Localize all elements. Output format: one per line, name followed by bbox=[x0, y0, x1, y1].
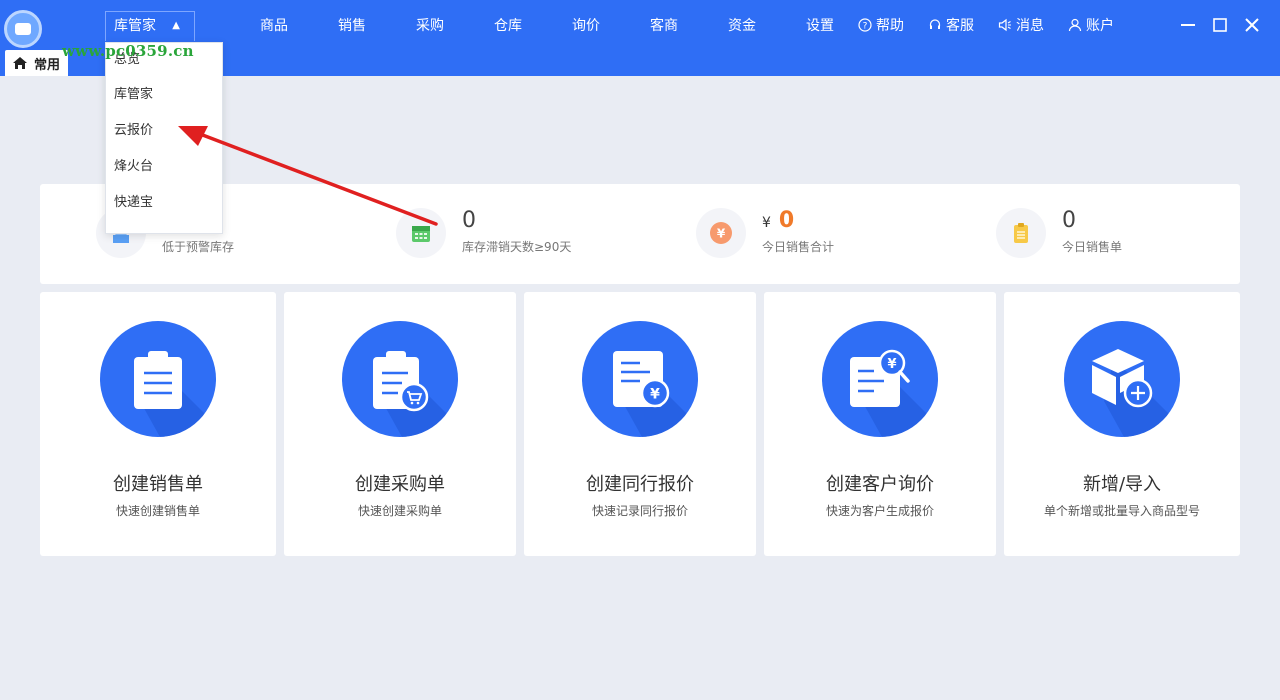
box-add-icon bbox=[1064, 321, 1180, 437]
clipboard-list-icon bbox=[100, 321, 216, 437]
nav-item-goods[interactable]: 商品 bbox=[235, 0, 313, 52]
close-icon bbox=[1245, 18, 1259, 32]
svg-text:¥: ¥ bbox=[650, 387, 660, 403]
card-title: 创建客户询价 bbox=[826, 474, 934, 495]
utility-links: ? 帮助 客服 消息 账户 bbox=[858, 0, 1138, 52]
card-subtitle: 快速创建采购单 bbox=[357, 504, 442, 518]
card-title: 新增/导入 bbox=[1082, 474, 1162, 495]
svg-text:¥: ¥ bbox=[887, 357, 896, 372]
clipboard-icon bbox=[996, 208, 1046, 258]
stat-label: 今日销售单 bbox=[1062, 240, 1123, 254]
nav-item-warehouse[interactable]: 仓库 bbox=[469, 0, 547, 52]
support-link[interactable]: 客服 bbox=[928, 0, 974, 50]
tab-common[interactable]: 常用 bbox=[5, 50, 68, 76]
currency-symbol: ¥ bbox=[762, 215, 771, 231]
nav-item-purchase[interactable]: 采购 bbox=[391, 0, 469, 52]
sales-total-value: 0 bbox=[778, 208, 795, 233]
tab-common-label: 常用 bbox=[34, 57, 61, 73]
card-title: 创建同行报价 bbox=[586, 474, 694, 495]
messages-link[interactable]: 消息 bbox=[998, 0, 1044, 50]
minimize-button[interactable] bbox=[1172, 12, 1204, 38]
dropdown-item-express[interactable]: 快递宝 bbox=[106, 185, 222, 221]
close-button[interactable] bbox=[1236, 12, 1268, 38]
help-link[interactable]: ? 帮助 bbox=[858, 0, 904, 50]
user-icon bbox=[1068, 18, 1082, 32]
stat-label: 低于预警库存 bbox=[162, 240, 235, 254]
card-subtitle: 快速为客户生成报价 bbox=[825, 504, 934, 518]
dropdown-item-cloud-quote[interactable]: 云报价 bbox=[106, 113, 222, 149]
nav-item-settings[interactable]: 设置 bbox=[781, 0, 859, 52]
card-subtitle: 单个新增或批量导入商品型号 bbox=[1043, 504, 1200, 518]
window-controls bbox=[1172, 12, 1268, 38]
nav-item-funds[interactable]: 资金 bbox=[703, 0, 781, 52]
module-dropdown: 总览 库管家 云报价 烽火台 快递宝 bbox=[105, 42, 223, 234]
nav-item-sales[interactable]: 销售 bbox=[313, 0, 391, 52]
stat-value: ¥0 bbox=[762, 208, 794, 233]
svg-text:?: ? bbox=[863, 22, 868, 32]
minimize-icon bbox=[1181, 24, 1195, 26]
help-icon: ? bbox=[858, 18, 872, 32]
create-customer-inquiry-card[interactable]: ¥ 创建客户询价 快速为客户生成报价 bbox=[764, 292, 996, 556]
dropdown-item-beacon[interactable]: 烽火台 bbox=[106, 149, 222, 185]
card-title: 创建销售单 bbox=[113, 474, 203, 495]
headset-icon bbox=[929, 19, 941, 29]
create-purchase-order-card[interactable]: 创建采购单 快速创建采购单 bbox=[284, 292, 516, 556]
card-subtitle: 快速创建销售单 bbox=[115, 504, 200, 518]
nav-item-clients[interactable]: 客商 bbox=[625, 0, 703, 52]
stat-today-sales-total[interactable]: ¥ ¥0 今日销售合计 bbox=[696, 184, 976, 284]
help-label: 帮助 bbox=[876, 18, 904, 34]
home-icon bbox=[13, 57, 27, 69]
stat-today-orders[interactable]: 0 今日销售单 bbox=[996, 184, 1236, 284]
stat-slow-moving[interactable]: 0 库存滞销天数≥90天 bbox=[396, 184, 676, 284]
logo-icon bbox=[4, 10, 42, 48]
document-search-yen-icon: ¥ bbox=[822, 321, 938, 437]
module-selector-label: 库管家 bbox=[114, 18, 156, 34]
create-peer-quote-card[interactable]: ¥ 创建同行报价 快速记录同行报价 bbox=[524, 292, 756, 556]
card-title: 创建采购单 bbox=[355, 474, 445, 495]
account-link[interactable]: 账户 bbox=[1068, 0, 1114, 50]
speaker-icon bbox=[998, 18, 1011, 32]
account-label: 账户 bbox=[1086, 18, 1114, 34]
nav-item-inquiry[interactable]: 询价 bbox=[547, 0, 625, 52]
yen-icon: ¥ bbox=[696, 208, 746, 258]
maximize-button[interactable] bbox=[1204, 12, 1236, 38]
stat-label: 今日销售合计 bbox=[762, 240, 835, 254]
stat-label: 库存滞销天数≥90天 bbox=[462, 240, 572, 254]
svg-text:¥: ¥ bbox=[717, 227, 726, 241]
dropdown-item-warehouse-manager[interactable]: 库管家 bbox=[106, 77, 222, 113]
add-import-card[interactable]: 新增/导入 单个新增或批量导入商品型号 bbox=[1004, 292, 1240, 556]
support-label: 客服 bbox=[946, 18, 974, 34]
main-nav: 商品 销售 采购 仓库 询价 客商 资金 设置 bbox=[235, 0, 859, 52]
card-subtitle: 快速记录同行报价 bbox=[591, 504, 688, 518]
maximize-icon bbox=[1213, 18, 1227, 32]
stat-value: 0 bbox=[462, 208, 476, 233]
stat-value: 0 bbox=[1062, 208, 1076, 233]
document-yen-icon: ¥ bbox=[582, 321, 698, 437]
calendar-icon bbox=[396, 208, 446, 258]
clipboard-cart-icon bbox=[342, 321, 458, 437]
create-sales-order-card[interactable]: 创建销售单 快速创建销售单 bbox=[40, 292, 276, 556]
watermark-text: www.pc0359.cn bbox=[62, 42, 194, 60]
messages-label: 消息 bbox=[1016, 18, 1044, 34]
